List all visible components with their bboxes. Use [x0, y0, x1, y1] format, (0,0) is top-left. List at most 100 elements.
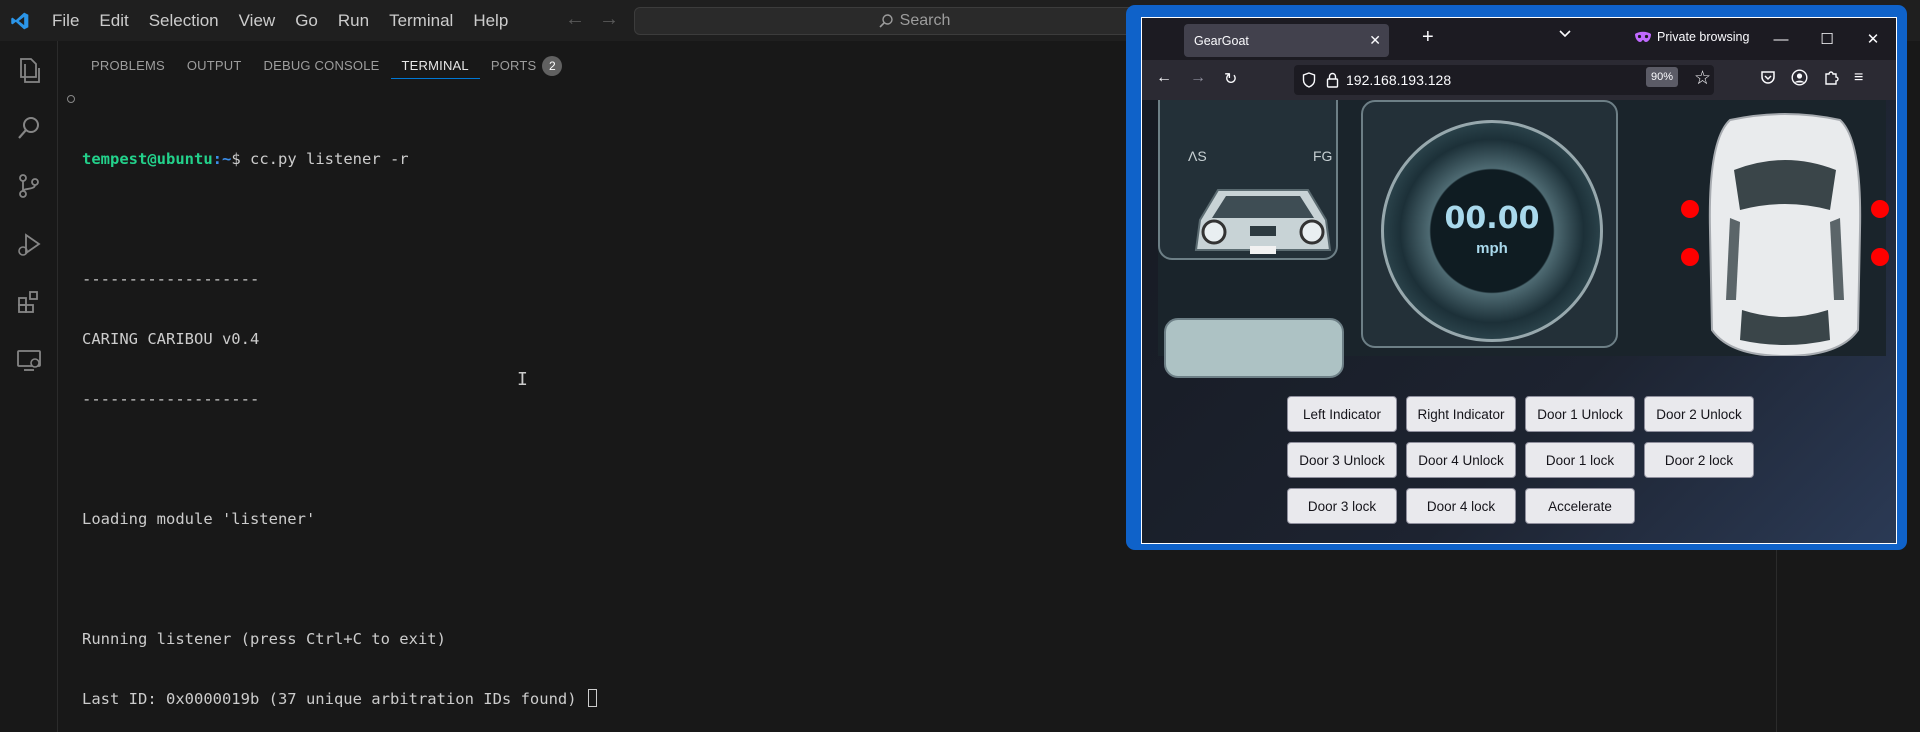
- browser-toolbar: ← → ↻ 192.168.193.128 90% ☆ ≡: [1142, 60, 1896, 100]
- door-2-indicator: [1871, 200, 1889, 218]
- menu-terminal[interactable]: Terminal: [379, 7, 463, 35]
- url-text: 192.168.193.128: [1346, 72, 1452, 88]
- tab-ports[interactable]: PORTS 2: [480, 53, 574, 79]
- search-icon: [879, 14, 893, 28]
- maximize-icon[interactable]: ☐: [1804, 18, 1850, 60]
- menu-edit[interactable]: Edit: [89, 7, 138, 35]
- menu-go[interactable]: Go: [285, 7, 328, 35]
- page-content: ΛЅ FG 00.00 mph Left Indicator Right Ind…: [1142, 100, 1896, 543]
- account-icon[interactable]: [1791, 69, 1808, 91]
- prompt-path: :~: [212, 150, 232, 168]
- browser-tab-title: GearGoat: [1194, 33, 1249, 48]
- extensions-icon[interactable]: [0, 273, 58, 331]
- browser-tab[interactable]: GearGoat ✕: [1184, 24, 1389, 57]
- terminal-line: Loading module 'listener': [82, 510, 316, 528]
- search-icon[interactable]: [0, 99, 58, 157]
- mouse-ibeam-cursor-icon: I: [517, 369, 528, 390]
- prompt-user: tempest@ubuntu: [82, 150, 213, 168]
- door-3-unlock-button[interactable]: Door 3 Unlock: [1287, 442, 1397, 478]
- vscode-logo-icon[interactable]: [0, 0, 40, 41]
- minimize-icon[interactable]: —: [1758, 18, 1804, 60]
- bookmark-star-icon[interactable]: ☆: [1694, 67, 1711, 90]
- panel-tabs: PROBLEMS OUTPUT DEBUG CONSOLE TERMINAL P…: [80, 53, 573, 83]
- browser-window: GearGoat ✕ + Private browsing — ☐ ✕ ← → …: [1126, 5, 1907, 550]
- tab-problems[interactable]: PROBLEMS: [80, 53, 176, 79]
- left-indicator-button[interactable]: Left Indicator: [1287, 396, 1397, 432]
- prompt-sign: $: [231, 150, 250, 168]
- menu-file[interactable]: File: [42, 7, 89, 35]
- chevron-down-icon[interactable]: [1558, 27, 1572, 46]
- reload-icon[interactable]: ↻: [1224, 69, 1237, 89]
- terminal-command: cc.py listener -r: [250, 150, 409, 168]
- command-decoration-icon[interactable]: [67, 95, 75, 103]
- door-2-unlock-button[interactable]: Door 2 Unlock: [1644, 396, 1754, 432]
- terminal-output[interactable]: tempest@ubuntu:~$ cc.py listener -r ----…: [67, 89, 597, 732]
- terminal-cursor: [587, 689, 597, 707]
- menu-selection[interactable]: Selection: [139, 7, 229, 35]
- remote-explorer-icon[interactable]: [0, 331, 58, 389]
- top-down-car-illustration: [1690, 110, 1880, 358]
- command-center-placeholder: Search: [899, 12, 951, 29]
- terminal-prompt-line: tempest@ubuntu:~$ cc.py listener -r: [82, 149, 597, 169]
- zoom-level-badge[interactable]: 90%: [1646, 67, 1679, 87]
- explorer-icon[interactable]: [0, 41, 58, 99]
- lock-icon[interactable]: [1326, 72, 1339, 88]
- menu-run[interactable]: Run: [328, 7, 379, 35]
- new-tab-icon[interactable]: +: [1422, 26, 1434, 49]
- private-mask-icon: [1635, 31, 1651, 42]
- close-icon[interactable]: ✕: [1850, 18, 1896, 60]
- pocket-icon[interactable]: [1760, 69, 1776, 90]
- speed-value: 00.00: [1444, 201, 1540, 236]
- private-browsing-label: Private browsing: [1657, 30, 1750, 44]
- forward-arrow-icon[interactable]: →: [599, 8, 619, 31]
- activity-bar: [0, 41, 58, 732]
- tab-terminal[interactable]: TERMINAL: [390, 53, 480, 79]
- speed-unit: mph: [1476, 240, 1508, 257]
- shield-icon[interactable]: [1302, 72, 1316, 88]
- back-arrow-icon[interactable]: ←: [565, 8, 585, 31]
- car-dashboard-image: ΛЅ FG 00.00 mph: [1158, 100, 1889, 378]
- command-center-search[interactable]: Search: [634, 7, 1194, 35]
- menu-view[interactable]: View: [229, 7, 286, 35]
- history-nav: ← →: [565, 8, 619, 31]
- door-4-indicator: [1871, 248, 1889, 266]
- right-indicator-button[interactable]: Right Indicator: [1406, 396, 1516, 432]
- tab-output[interactable]: OUTPUT: [176, 53, 253, 79]
- run-debug-icon[interactable]: [0, 215, 58, 273]
- terminal-line: CARING CARIBOU v0.4: [82, 330, 260, 348]
- menu-bar: File Edit Selection View Go Run Terminal…: [42, 0, 518, 41]
- extensions-puzzle-icon[interactable]: [1823, 69, 1839, 90]
- door-1-unlock-button[interactable]: Door 1 Unlock: [1525, 396, 1635, 432]
- accelerate-button[interactable]: Accelerate: [1525, 488, 1635, 524]
- browser-tab-strip: GearGoat ✕ + Private browsing — ☐ ✕: [1142, 18, 1896, 60]
- window-controls: — ☐ ✕: [1758, 18, 1896, 60]
- terminal-line: -------------------: [82, 390, 260, 408]
- hamburger-menu-icon[interactable]: ≡: [1854, 69, 1863, 87]
- back-icon[interactable]: ←: [1156, 69, 1172, 87]
- console-label-left: ΛЅ: [1188, 148, 1207, 164]
- speedometer-gauge: 00.00 mph: [1381, 120, 1603, 342]
- door-3-indicator: [1681, 248, 1699, 266]
- door-3-lock-button[interactable]: Door 3 lock: [1287, 488, 1397, 524]
- tab-ports-label: PORTS: [490, 58, 537, 73]
- door-4-unlock-button[interactable]: Door 4 Unlock: [1406, 442, 1516, 478]
- bottom-left-panel: [1164, 318, 1344, 378]
- door-4-lock-button[interactable]: Door 4 lock: [1406, 488, 1516, 524]
- door-1-lock-button[interactable]: Door 1 lock: [1525, 442, 1635, 478]
- forward-icon[interactable]: →: [1190, 69, 1206, 87]
- ports-count-badge: 2: [542, 56, 563, 76]
- door-2-lock-button[interactable]: Door 2 lock: [1644, 442, 1754, 478]
- door-1-indicator: [1681, 200, 1699, 218]
- tab-close-icon[interactable]: ✕: [1369, 32, 1381, 49]
- menu-help[interactable]: Help: [463, 7, 518, 35]
- source-control-icon[interactable]: [0, 157, 58, 215]
- control-button-grid: Left Indicator Right Indicator Door 1 Un…: [1287, 396, 1754, 524]
- tab-debug-console[interactable]: DEBUG CONSOLE: [253, 53, 391, 79]
- terminal-line: -------------------: [82, 270, 260, 288]
- terminal-line: Last ID: 0x0000019b (37 unique arbitrati…: [82, 690, 586, 708]
- console-label-right: FG: [1313, 148, 1333, 164]
- terminal-last-line: Last ID: 0x0000019b (37 unique arbitrati…: [82, 689, 597, 709]
- browser-frame: GearGoat ✕ + Private browsing — ☐ ✕ ← → …: [1141, 17, 1897, 544]
